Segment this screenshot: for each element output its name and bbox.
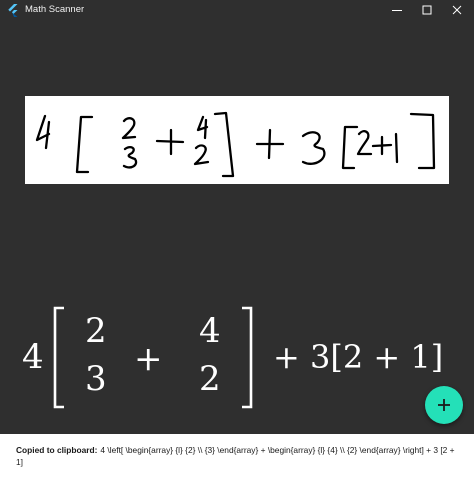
maximize-icon [422, 5, 432, 15]
close-icon [452, 5, 462, 15]
left-bracket [53, 306, 64, 409]
minimize-button[interactable] [382, 0, 412, 21]
clipboard-snackbar: Copied to clipboard: 4 \left[ \begin{arra… [0, 434, 474, 478]
plus-operator: + [134, 339, 163, 379]
minimize-icon [392, 10, 402, 11]
app-window: Math Scanner 4 2 3 + 4 2 + 3[2 + 1] Copi… [0, 0, 474, 478]
plus-icon [438, 399, 450, 411]
coefficient-text: 4 [22, 337, 44, 377]
matrix1-bottom: 3 [85, 359, 107, 399]
handwritten-expression [35, 111, 436, 178]
matrix1-top: 2 [85, 311, 107, 351]
close-button[interactable] [442, 0, 472, 21]
window-title: Math Scanner [25, 4, 85, 15]
matrix2-top: 4 [199, 311, 221, 351]
title-bar[interactable]: Math Scanner [0, 0, 474, 21]
maximize-button[interactable] [412, 0, 442, 21]
right-bracket [242, 306, 253, 409]
add-button[interactable] [425, 386, 463, 424]
matrix2-bottom: 2 [199, 359, 221, 399]
scanned-image [25, 96, 449, 184]
flutter-logo-icon [7, 4, 19, 17]
snackbar-label: Copied to clipboard: [16, 445, 98, 455]
expression-tail: + 3[2 + 1] [273, 338, 443, 376]
rendered-math: 4 2 3 + 4 2 + 3[2 + 1] [22, 306, 443, 409]
